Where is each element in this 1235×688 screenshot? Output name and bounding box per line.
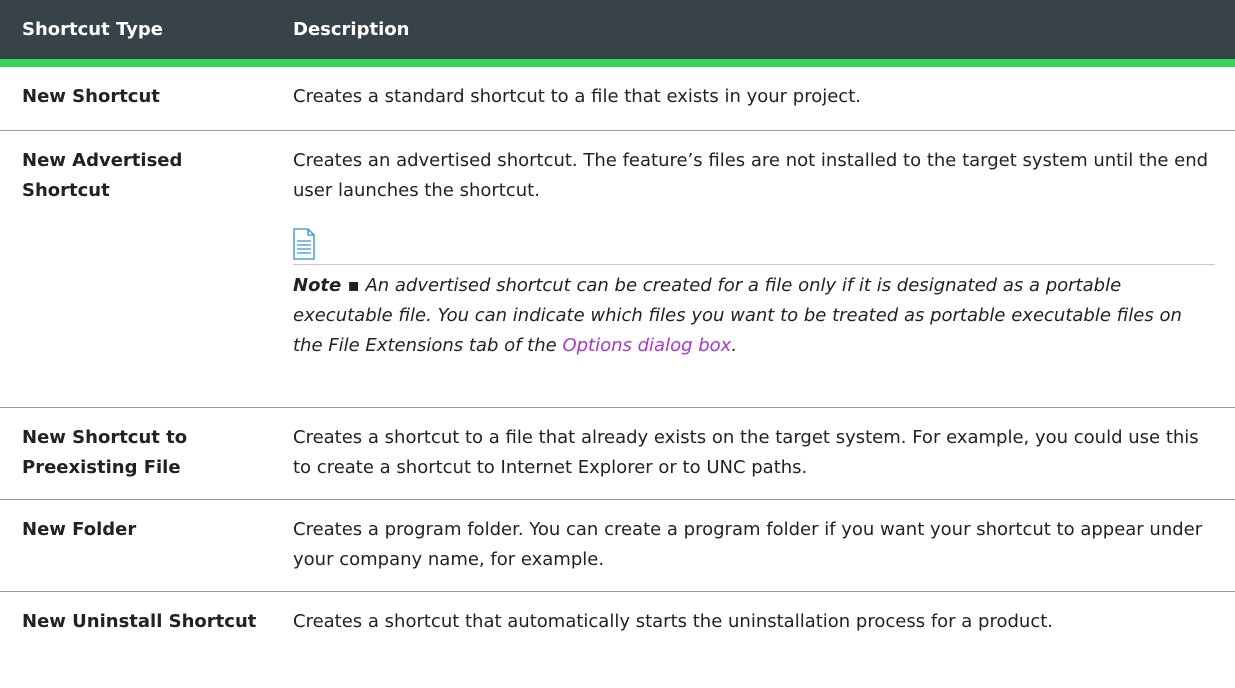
shortcut-type-cell: New Shortcut to Preexisting File (22, 427, 188, 478)
note-body-start: An advertised shortcut can be created fo… (293, 275, 1182, 356)
note-body-end: . (731, 335, 738, 356)
column-header-description: Description (293, 19, 410, 40)
column-header-shortcut-type: Shortcut Type (22, 19, 163, 40)
note-divider (293, 264, 1215, 265)
shortcut-type-cell: New Shortcut (22, 86, 160, 107)
description-cell-container: Creates an advertised shortcut. The feat… (293, 146, 1235, 407)
table-row: New Folder Creates a program folder. You… (0, 500, 1235, 592)
table-row: New Shortcut Creates a standard shortcut… (0, 67, 1235, 131)
note-text: Note ▪ An advertised shortcut can be cre… (293, 271, 1215, 361)
shortcut-type-cell: New Advertised Shortcut (22, 150, 183, 201)
table-row: New Advertised Shortcut Creates an adver… (0, 131, 1235, 408)
table-row: New Shortcut to Preexisting File Creates… (0, 408, 1235, 500)
table-header: Shortcut Type Description (0, 0, 1235, 67)
options-dialog-box-link[interactable]: Options dialog box (562, 335, 731, 356)
shortcut-type-cell: New Uninstall Shortcut (22, 611, 257, 632)
note-label: Note ▪ (293, 275, 360, 296)
shortcut-type-cell: New Folder (22, 519, 137, 540)
description-cell: Creates a program folder. You can create… (293, 519, 1203, 570)
description-cell: Creates a standard shortcut to a file th… (293, 86, 861, 107)
document-note-icon (293, 228, 1215, 262)
description-cell: Creates an advertised shortcut. The feat… (293, 150, 1209, 201)
table-row: New Uninstall Shortcut Creates a shortcu… (0, 592, 1235, 688)
shortcut-types-table: Shortcut Type Description New Shortcut C… (0, 0, 1235, 688)
description-cell: Creates a shortcut that automatically st… (293, 611, 1053, 632)
description-cell: Creates a shortcut to a file that alread… (293, 427, 1199, 478)
